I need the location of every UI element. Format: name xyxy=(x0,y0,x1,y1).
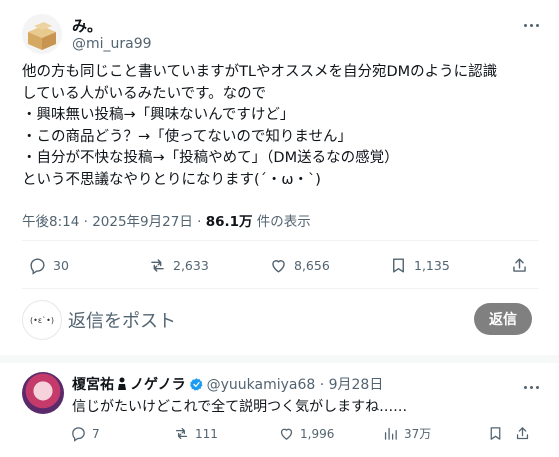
reply-views-count: 37万 xyxy=(404,427,432,441)
reply-views-button[interactable]: 37万 xyxy=(382,425,431,442)
reply-action-button[interactable]: 30 xyxy=(28,256,69,275)
author-avatar[interactable] xyxy=(22,14,62,54)
reply-icon xyxy=(30,258,45,275)
reply-author-avatar[interactable] xyxy=(22,372,64,414)
heart-icon xyxy=(280,428,293,440)
share-icon xyxy=(516,427,529,440)
section-divider xyxy=(0,355,559,363)
author-name[interactable]: み。 xyxy=(72,15,102,36)
views-chart-icon xyxy=(384,427,397,440)
divider xyxy=(22,288,539,289)
repost-icon xyxy=(175,427,188,440)
reply-author-name[interactable]: 榎宮祐 xyxy=(72,374,114,394)
reply-author-name-suffix[interactable]: ノゲノラ xyxy=(130,374,186,394)
bookmark-icon xyxy=(393,258,404,273)
reply-repost-count: 111 xyxy=(195,426,218,441)
post-meta: 午後8:14 · 2025年9月27日 · 86.1万 件の表示 xyxy=(22,210,311,230)
reply-text: 信じがたいけどこれで全て説明つく気がしますね…… xyxy=(72,399,408,415)
like-count: 8,656 xyxy=(294,258,330,273)
reply-share-button[interactable] xyxy=(514,425,536,442)
views-label: 件の表示 xyxy=(252,214,311,230)
like-action-button[interactable]: 8,656 xyxy=(269,256,330,275)
more-icon-dot xyxy=(535,385,539,389)
share-icon xyxy=(513,258,526,272)
repost-count: 2,633 xyxy=(173,258,209,273)
bookmark-action-button[interactable]: 1,135 xyxy=(389,256,450,275)
bookmark-count: 1,135 xyxy=(414,258,450,273)
repost-icon xyxy=(151,259,164,272)
reply-like-button[interactable]: 1,996 xyxy=(278,425,334,442)
repost-action-button[interactable]: 2,633 xyxy=(148,256,209,275)
more-icon-dot xyxy=(529,23,533,27)
reply-more-options-button[interactable] xyxy=(519,380,543,394)
box-avatar-icon xyxy=(22,14,62,54)
divider xyxy=(22,240,539,241)
reply-header: 榎宮祐 ノゲノラ @yuukamiya68 · 9月28日 xyxy=(72,374,383,394)
more-icon-dot xyxy=(535,23,539,27)
reply-reply-button[interactable]: 7 xyxy=(70,425,100,442)
reply-reply-count: 7 xyxy=(92,426,100,441)
author-handle[interactable]: @mi_ura99 xyxy=(72,36,152,52)
reply-count: 30 xyxy=(53,258,69,273)
current-user-avatar: (•ε`•) xyxy=(22,300,62,340)
views-count: 86.1万 xyxy=(205,214,253,230)
more-icon-dot xyxy=(529,385,533,389)
reply-submit-button[interactable]: 返信 xyxy=(474,303,532,335)
post-time[interactable]: 午後8:14 · 2025年9月27日 · xyxy=(22,214,206,230)
verified-badge-icon xyxy=(189,377,203,391)
post-body: 他の方も同じこと書いていますがTLやオススメを自分宛DMのように認識 している人… xyxy=(22,64,498,188)
chess-piece-icon xyxy=(118,377,126,390)
more-icon xyxy=(523,23,527,27)
reply-repost-button[interactable]: 111 xyxy=(173,425,218,442)
heart-icon xyxy=(272,260,285,273)
reply-input[interactable]: 返信をポスト xyxy=(68,307,176,333)
more-icon xyxy=(523,385,527,389)
share-button[interactable] xyxy=(510,256,535,275)
bookmark-icon xyxy=(490,427,501,440)
more-options-button[interactable] xyxy=(519,18,543,32)
reply-like-count: 1,996 xyxy=(300,426,335,441)
reply-icon xyxy=(72,427,85,442)
reply-bookmark-button[interactable] xyxy=(487,425,509,442)
reply-handle-time[interactable]: @yuukamiya68 · 9月28日 xyxy=(207,374,384,394)
